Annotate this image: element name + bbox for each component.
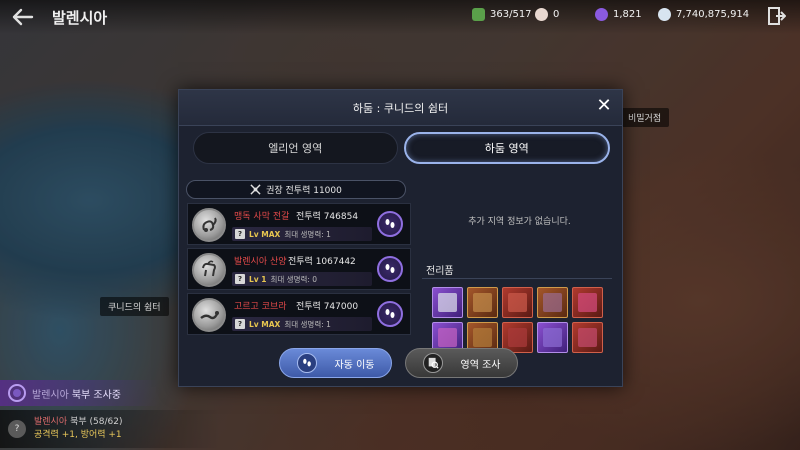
- enemy-name: 맹독 사막 전갈: [234, 212, 290, 222]
- survey-magnifier-icon: [422, 353, 443, 373]
- footsteps-icon: [296, 353, 317, 373]
- pearl-icon: [535, 8, 548, 21]
- modal-header: 하둠 : 쿠니드의 쉼터 ✕: [179, 90, 622, 126]
- enemy-card[interactable]: 맹독 사막 전갈 전투력 746854 ? Lv MAX 최대 생명력: 1: [187, 203, 411, 245]
- enemy-hp: 최대 생명력: 1: [284, 229, 331, 239]
- page-title: 발렌시아: [52, 9, 108, 27]
- tab-hadum-area[interactable]: 하둠 영역: [403, 132, 610, 164]
- enemy-list: 맹독 사막 전갈 전투력 746854 ? Lv MAX 최대 생명력: 1 발…: [187, 203, 411, 338]
- loot-item-icon[interactable]: [572, 322, 603, 353]
- back-arrow-icon[interactable]: [10, 5, 36, 29]
- footsteps-icon: [385, 264, 395, 273]
- region-info-modal: 하둠 : 쿠니드의 쉼터 ✕ 엘리언 영역 하둠 영역 권장 전투력 11000…: [178, 89, 623, 387]
- loot-item-scroll-icon[interactable]: [432, 287, 463, 318]
- enemy-stats: ? Lv MAX 최대 생명력: 1: [232, 227, 372, 241]
- enemy-card[interactable]: 고르고 코브라 전투력 747000 ? Lv MAX 최대 생명력: 1: [187, 293, 411, 335]
- loot-grid: [432, 287, 612, 353]
- loot-item-gem-chest-icon[interactable]: [537, 287, 568, 318]
- silver-value: 7,740,875,914: [676, 9, 750, 20]
- map-label-hideout[interactable]: 비밀거점: [620, 108, 670, 127]
- enemy-level: Lv 1: [249, 274, 267, 284]
- footsteps-icon: [385, 309, 395, 318]
- map-label-shelter[interactable]: 쿠니드의 쉼터: [100, 297, 169, 316]
- bonus-region: 발렌시아: [34, 417, 68, 427]
- bonus-lines: 발렌시아 북부 (58/62) 공격력 +1, 방어력 +1: [34, 416, 123, 442]
- bonus-stats: 공격력 +1, 방어력 +1: [34, 430, 122, 440]
- top-bar: 발렌시아 363/517 0 1,821 7,740,875,914: [0, 0, 800, 34]
- enemy-power: 전투력 1067442: [288, 257, 356, 267]
- area-survey-button[interactable]: 영역 조사: [405, 348, 518, 378]
- enemy-hp: 최대 생명력: 0: [270, 274, 318, 284]
- footsteps-move-button[interactable]: [377, 301, 403, 327]
- loot-item-chest-icon[interactable]: [467, 287, 498, 318]
- exploration-status-text: 발렌시아 북부 조사중: [32, 386, 121, 401]
- enemy-power: 전투력 747000: [296, 302, 359, 312]
- loot-item-box-icon[interactable]: [502, 287, 533, 318]
- scorpion-portrait-icon: [192, 208, 226, 242]
- enemy-power: 전투력 746854: [296, 212, 359, 222]
- survey-label: 영역 조사: [460, 359, 501, 371]
- close-icon[interactable]: ✕: [594, 96, 614, 116]
- enemy-name: 발렌시아 산양: [234, 257, 287, 267]
- tab-elion-area[interactable]: 엘리언 영역: [193, 132, 398, 164]
- crystal-icon: [595, 8, 608, 21]
- energy-icon: [472, 8, 485, 21]
- silver-counter: 7,740,875,914: [658, 8, 749, 21]
- auto-move-button[interactable]: 자동 이동: [279, 348, 392, 378]
- region-bonus-panel[interactable]: ? 발렌시아 북부 (58/62) 공격력 +1, 방어력 +1: [0, 410, 220, 448]
- footsteps-move-button[interactable]: [377, 256, 403, 282]
- exploration-status-bar[interactable]: 발렌시아 북부 조사중: [0, 380, 160, 406]
- silver-icon: [658, 8, 671, 21]
- auto-move-label: 자동 이동: [334, 359, 375, 371]
- energy-counter: 363/517: [472, 8, 532, 21]
- goat-portrait-icon: [192, 253, 226, 287]
- crossed-swords-icon: [250, 184, 261, 195]
- recommended-power-bar: 권장 전투력 11000: [186, 180, 406, 199]
- footsteps-move-button[interactable]: [377, 211, 403, 237]
- recommended-power-text: 권장 전투력 11000: [266, 186, 342, 196]
- exploration-region: 발렌시아: [32, 389, 69, 401]
- action-buttons: 자동 이동 영역 조사: [279, 348, 529, 378]
- info-badge-icon: ?: [235, 229, 245, 239]
- info-badge-icon: ?: [235, 274, 245, 284]
- exploration-icon: [8, 384, 26, 402]
- exploration-status: 북부 조사중: [71, 389, 121, 401]
- no-extra-info-text: 추가 지역 정보가 없습니다.: [468, 217, 571, 227]
- bonus-region-line: 발렌시아 북부 (58/62): [34, 416, 123, 429]
- loot-item-icon[interactable]: [537, 322, 568, 353]
- enemy-level: Lv MAX: [249, 319, 281, 329]
- enemy-name: 고르고 코브라: [234, 302, 287, 312]
- loot-item-crystal-icon[interactable]: [572, 287, 603, 318]
- energy-value: 363/517: [490, 9, 532, 20]
- bonus-scroll-icon: ?: [8, 420, 26, 438]
- crystal-value: 1,821: [613, 9, 642, 20]
- pearl-counter: 0: [535, 8, 559, 21]
- enemy-stats: ? Lv MAX 최대 생명력: 1: [232, 317, 372, 331]
- pearl-value: 0: [553, 9, 560, 20]
- enemy-level: Lv MAX: [249, 229, 281, 239]
- region-details: 추가 지역 정보가 없습니다. 전리품: [422, 174, 617, 353]
- area-tabs: 엘리언 영역 하둠 영역: [193, 132, 610, 164]
- info-badge-icon: ?: [235, 319, 245, 329]
- loot-divider: [422, 278, 612, 279]
- crystal-counter: 1,821: [595, 8, 642, 21]
- enemy-stats: ? Lv 1 최대 생명력: 0: [232, 272, 372, 286]
- loot-title: 전리품: [426, 266, 454, 277]
- enemy-hp: 최대 생명력: 1: [284, 319, 331, 329]
- modal-title: 하둠 : 쿠니드의 쉼터: [352, 101, 449, 115]
- exit-door-icon[interactable]: [766, 6, 787, 26]
- enemy-card[interactable]: 발렌시아 산양 전투력 1067442 ? Lv 1 최대 생명력: 0: [187, 248, 411, 290]
- footsteps-icon: [385, 219, 395, 228]
- cobra-portrait-icon: [192, 298, 226, 332]
- bonus-area: 북부 (58/62): [70, 417, 123, 427]
